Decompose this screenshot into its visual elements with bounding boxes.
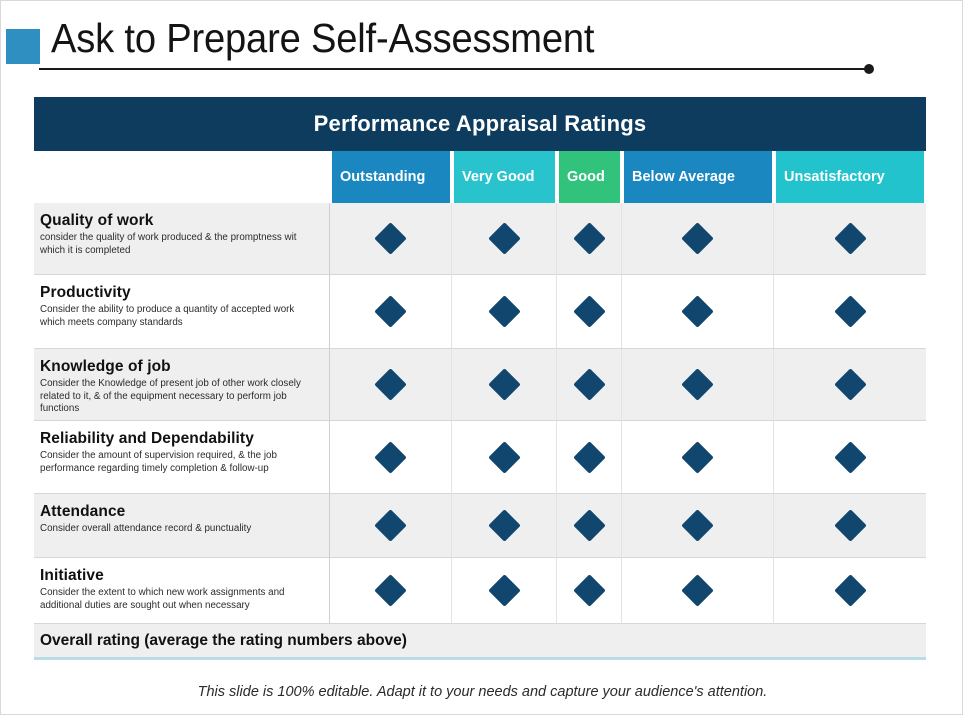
rating-cell-quality-very-good[interactable] [452,203,557,275]
title-end-dot-icon [864,64,874,74]
rating-cell-initiative-outstanding[interactable] [330,558,452,624]
title-accent-square [6,29,40,64]
page-title: Ask to Prepare Self-Assessment [51,15,595,61]
criterion-description: consider the quality of work produced & … [40,232,297,256]
slide-canvas: Ask to Prepare Self-Assessment Performan… [0,0,963,715]
diamond-marker-icon [833,295,867,328]
rating-cell-knowledge-unsatisfactory[interactable] [774,349,926,421]
rating-cell-knowledge-outstanding[interactable] [330,349,452,421]
diamond-marker-icon [487,295,521,328]
diamond-marker-icon [681,574,714,607]
table-grid: Outstanding Very Good Good Below Average… [34,151,926,624]
row-label-productivity: Productivity Consider the ability to pro… [34,275,330,349]
diamond-marker-icon [374,574,407,607]
diamond-marker-icon [374,440,407,474]
diamond-marker-icon [487,222,521,255]
diamond-marker-icon [487,368,521,401]
diamond-marker-icon [833,368,867,401]
rating-cell-productivity-outstanding[interactable] [330,275,452,349]
rating-cell-productivity-good[interactable] [557,275,622,349]
overall-rating-row: Overall rating (average the rating numbe… [34,624,926,660]
table-corner-cell [34,151,330,203]
rating-cell-reliability-good[interactable] [557,421,622,494]
rating-cell-initiative-very-good[interactable] [452,558,557,624]
rating-cell-reliability-very-good[interactable] [452,421,557,494]
diamond-marker-icon [833,509,867,542]
rating-cell-productivity-below-average[interactable] [622,275,774,349]
rating-cell-quality-below-average[interactable] [622,203,774,275]
diamond-marker-icon [681,295,714,328]
rating-cell-attendance-good[interactable] [557,494,622,558]
rating-cell-attendance-outstanding[interactable] [330,494,452,558]
column-header-good[interactable]: Good [557,151,622,203]
rating-cell-knowledge-below-average[interactable] [622,349,774,421]
diamond-marker-icon [681,509,714,542]
criterion-description: Consider the extent to which new work as… [40,587,285,611]
rating-cell-reliability-below-average[interactable] [622,421,774,494]
row-label-initiative: Initiative Consider the extent to which … [34,558,330,624]
diamond-marker-icon [572,222,606,255]
rating-cell-initiative-unsatisfactory[interactable] [774,558,926,624]
rating-cell-productivity-unsatisfactory[interactable] [774,275,926,349]
performance-appraisal-table: Performance Appraisal Ratings Outstandin… [34,97,926,660]
diamond-marker-icon [572,368,606,401]
rating-cell-knowledge-very-good[interactable] [452,349,557,421]
column-header-outstanding[interactable]: Outstanding [330,151,452,203]
row-label-knowledge-of-job: Knowledge of job Consider the Knowledge … [34,349,330,421]
diamond-marker-icon [487,440,521,474]
diamond-marker-icon [833,440,867,474]
diamond-marker-icon [681,440,714,474]
rating-cell-knowledge-good[interactable] [557,349,622,421]
diamond-marker-icon [487,509,521,542]
row-label-attendance: Attendance Consider overall attendance r… [34,494,330,558]
diamond-marker-icon [572,574,606,607]
criterion-description: Consider the Knowledge of present job of… [40,378,301,414]
rating-cell-attendance-below-average[interactable] [622,494,774,558]
diamond-marker-icon [572,295,606,328]
diamond-marker-icon [374,509,407,542]
diamond-marker-icon [374,295,407,328]
diamond-marker-icon [572,440,606,474]
rating-cell-attendance-unsatisfactory[interactable] [774,494,926,558]
title-underline-rule [39,68,871,70]
diamond-marker-icon [681,368,714,401]
rating-cell-reliability-outstanding[interactable] [330,421,452,494]
diamond-marker-icon [374,368,407,401]
criterion-title: Attendance [40,503,126,520]
diamond-marker-icon [374,222,407,255]
criterion-title: Quality of work [40,212,154,229]
diamond-marker-icon [681,222,714,255]
column-header-unsatisfactory[interactable]: Unsatisfactory [774,151,926,203]
criterion-description: Consider the amount of supervision requi… [40,450,277,474]
rating-cell-quality-good[interactable] [557,203,622,275]
rating-cell-quality-outstanding[interactable] [330,203,452,275]
criterion-title: Reliability and Dependability [40,430,254,447]
rating-cell-reliability-unsatisfactory[interactable] [774,421,926,494]
table-banner-title: Performance Appraisal Ratings [34,97,926,151]
rating-cell-attendance-very-good[interactable] [452,494,557,558]
diamond-marker-icon [833,222,867,255]
rating-cell-quality-unsatisfactory[interactable] [774,203,926,275]
rating-cell-productivity-very-good[interactable] [452,275,557,349]
criterion-description: Consider the ability to produce a quanti… [40,304,295,328]
row-label-reliability-and-dependability: Reliability and Dependability Consider t… [34,421,330,494]
diamond-marker-icon [572,509,606,542]
row-label-quality-of-work: Quality of work consider the quality of … [34,203,330,275]
column-header-below-average[interactable]: Below Average [622,151,774,203]
diamond-marker-icon [833,574,867,607]
column-header-very-good[interactable]: Very Good [452,151,557,203]
diamond-marker-icon [487,574,521,607]
editable-footer-note: This slide is 100% editable. Adapt it to… [197,684,768,700]
rating-cell-initiative-good[interactable] [557,558,622,624]
criterion-title: Productivity [40,284,131,301]
criterion-title: Knowledge of job [40,358,171,375]
criterion-description: Consider overall attendance record & pun… [40,523,252,534]
rating-cell-initiative-below-average[interactable] [622,558,774,624]
criterion-title: Initiative [40,567,104,584]
